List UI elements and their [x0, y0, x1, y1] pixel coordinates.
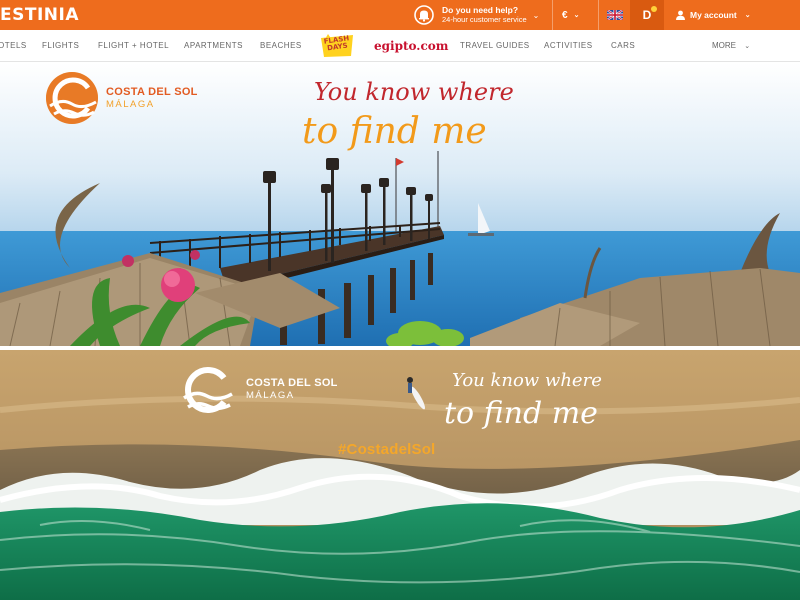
more-label: MORE	[712, 41, 736, 50]
uk-flag-icon	[607, 10, 623, 20]
hashtag[interactable]: #CostadelSol	[338, 441, 435, 458]
partner-logo[interactable]: egipto.com	[374, 39, 449, 53]
flash-days-logo[interactable]: FLASH DAYS	[318, 34, 356, 58]
nav-apartments[interactable]: APARTMENTS	[184, 41, 243, 50]
top-bar: ESTINIA Do you need help? 24-hour custom…	[0, 0, 800, 30]
divider	[552, 0, 553, 30]
brand-city: MÁLAGA	[106, 99, 155, 110]
brand-logo[interactable]: ESTINIA	[0, 5, 79, 25]
banner-beach[interactable]: COSTA DEL SOL MÁLAGA You know where to f…	[0, 350, 800, 600]
slogan-line-2: to find me	[302, 111, 487, 152]
banner-pier[interactable]: COSTA DEL SOL MÁLAGA You know where to f…	[0, 63, 800, 346]
chevron-down-icon: ⌄	[744, 43, 751, 50]
profile-badge[interactable]: D	[630, 0, 664, 30]
currency-symbol: €	[562, 9, 568, 21]
help-menu[interactable]: Do you need help? 24-hour customer servi…	[412, 0, 552, 30]
profile-initial: D	[642, 8, 652, 22]
account-menu[interactable]: My account ⌄	[676, 0, 751, 30]
costa-del-sol-logo[interactable]	[44, 70, 100, 126]
nav-hotels[interactable]: OTELS	[0, 41, 27, 50]
currency-selector[interactable]: € ⌄	[562, 0, 579, 30]
costa-del-sol-logo[interactable]	[180, 364, 234, 416]
user-icon	[676, 10, 685, 20]
beach-aerial-illustration	[0, 350, 800, 600]
language-selector[interactable]	[600, 0, 630, 30]
brand-block: COSTA DEL SOL MÁLAGA	[106, 86, 198, 110]
brand-name: COSTA DEL SOL	[246, 377, 338, 389]
nav-cars[interactable]: CARS	[611, 41, 635, 50]
bell-help-icon	[414, 5, 434, 25]
account-label: My account	[690, 10, 737, 20]
help-title: Do you need help?	[442, 5, 519, 15]
chevron-down-icon: ⌄	[744, 12, 751, 19]
slogan-line-1: You know where	[452, 370, 602, 391]
brand-block: COSTA DEL SOL MÁLAGA	[246, 377, 338, 401]
slogan-line-2: to find me	[444, 396, 598, 431]
notification-dot	[651, 6, 657, 12]
nav-flight-hotel[interactable]: FLIGHT + HOTEL	[98, 41, 169, 50]
brand-city: MÁLAGA	[246, 390, 295, 401]
slogan-line-1: You know where	[314, 78, 514, 106]
chevron-down-icon: ⌄	[573, 12, 580, 19]
chevron-down-icon: ⌄	[532, 10, 540, 20]
nav-flights[interactable]: FLIGHTS	[42, 41, 79, 50]
nav-more[interactable]: MORE ⌄	[712, 41, 750, 50]
nav-travel-guides[interactable]: TRAVEL GUIDES	[460, 41, 530, 50]
nav-beaches[interactable]: BEACHES	[260, 41, 302, 50]
brand-name: COSTA DEL SOL	[106, 86, 198, 98]
divider	[598, 0, 599, 30]
help-subtitle: 24-hour customer service	[442, 15, 527, 24]
nav-activities[interactable]: ACTIVITIES	[544, 41, 593, 50]
